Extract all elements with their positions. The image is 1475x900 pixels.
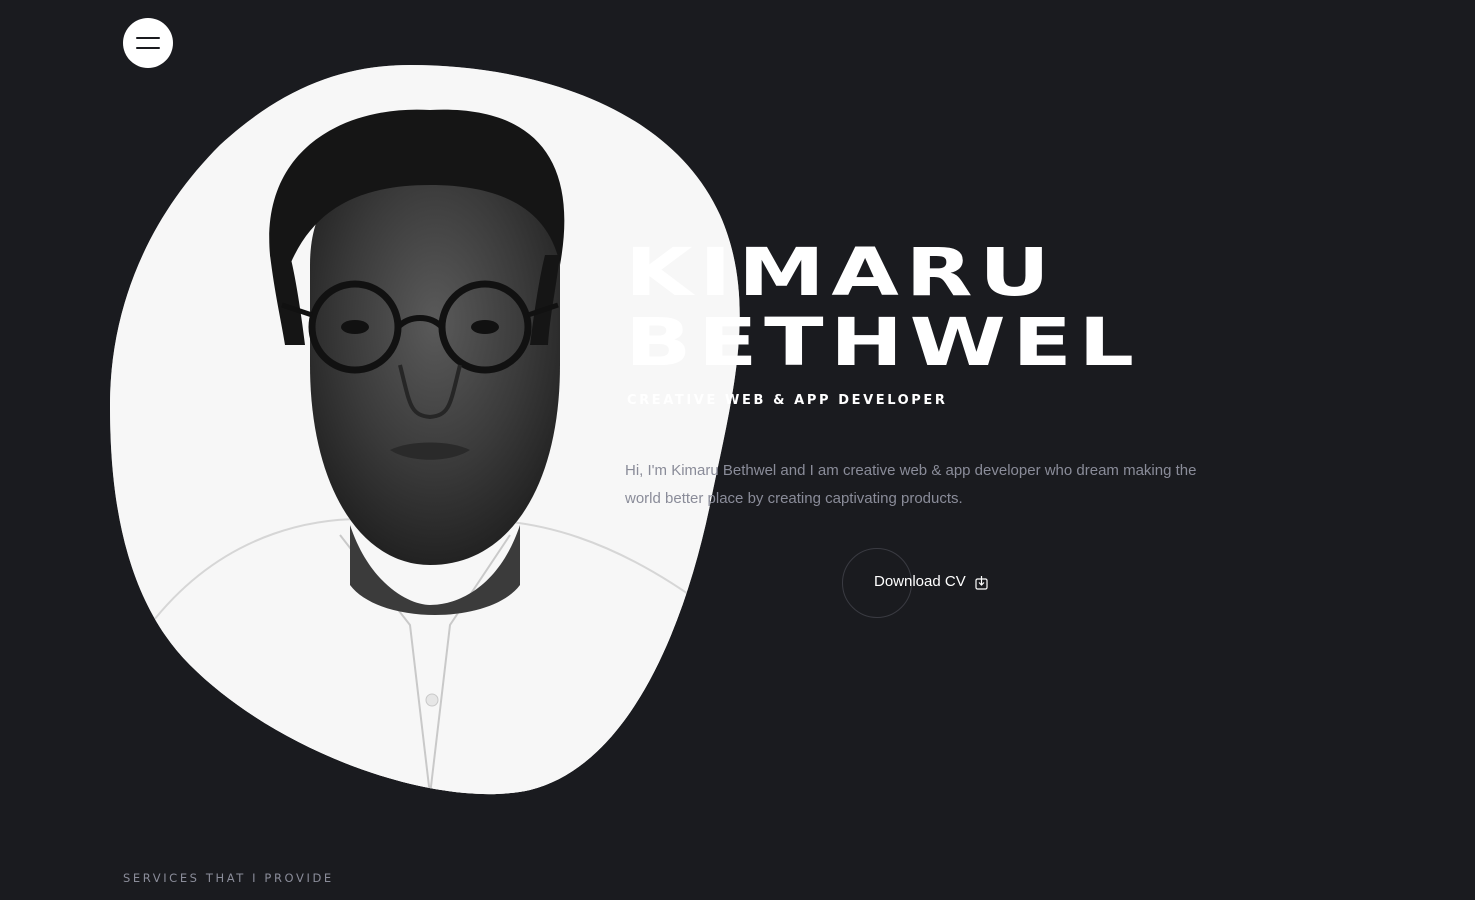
portrait-image: [110, 65, 750, 795]
services-heading: SERVICES THAT I PROVIDE: [123, 871, 334, 885]
hero-name-line1: KIMARU: [625, 234, 1057, 311]
role-title: CREATIVE WEB & APP DEVELOPER: [627, 393, 948, 408]
portrait-blob: [110, 65, 740, 795]
hamburger-menu-icon: [136, 37, 160, 39]
download-icon: [975, 576, 988, 590]
intro-text: Hi, I'm Kimaru Bethwel and I am creative…: [625, 462, 1197, 507]
download-cv-button[interactable]: Download CV: [842, 548, 1012, 618]
hero-name: KIMARU BETHWEL: [625, 238, 1141, 378]
menu-button[interactable]: [123, 18, 173, 68]
hamburger-menu-icon-line: [136, 47, 160, 49]
hero-name-line2: BETHWEL: [625, 304, 1141, 381]
page: KIMARU BETHWEL CREATIVE WEB & APP DEVELO…: [0, 0, 1475, 900]
download-cv-label: Download CV: [874, 573, 966, 590]
